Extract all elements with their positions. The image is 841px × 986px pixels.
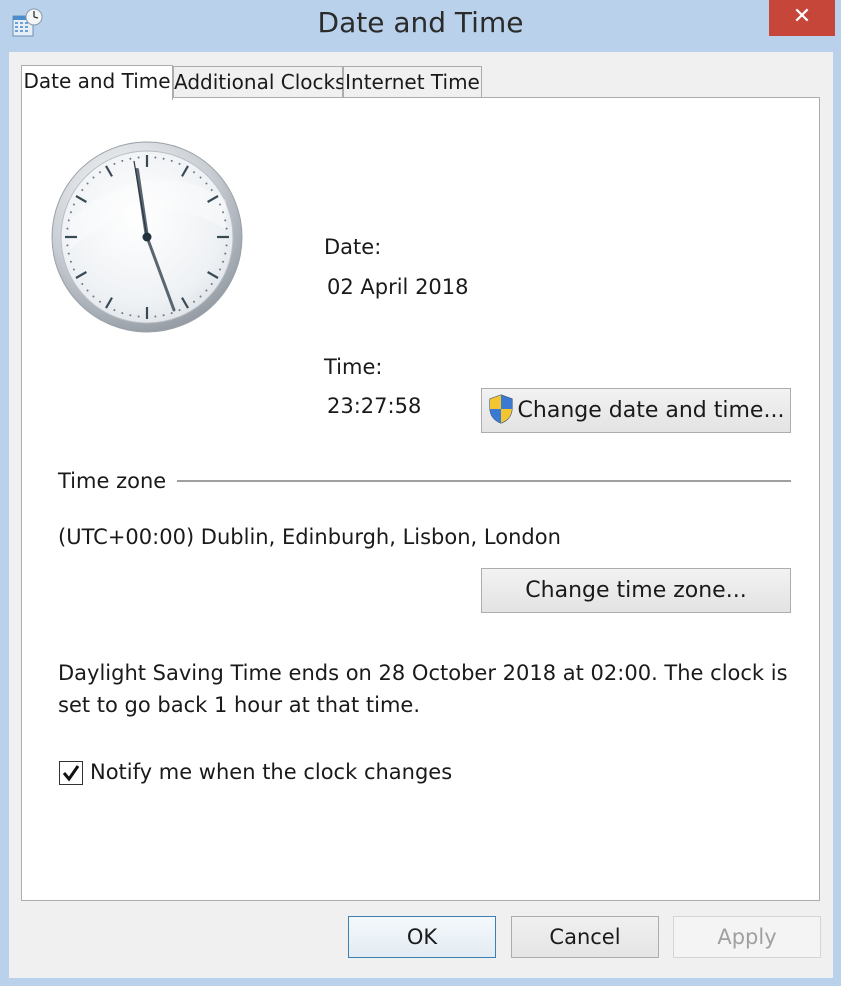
clock-minute-dot (199, 295, 202, 298)
clock-minute-dot (224, 219, 227, 222)
clock-minute-dot (92, 176, 95, 179)
clock-minute-dot (222, 211, 225, 214)
clock-minute-dot (67, 252, 70, 255)
window-title: Date and Time (317, 6, 524, 39)
clock-minute-dot (98, 171, 101, 174)
tab-panel-date-and-time: Date: 02 April 2018 Time: 23:27:58 Chang… (21, 97, 820, 901)
clock-minute-dot (222, 260, 225, 263)
clock-minute-dot (205, 289, 208, 292)
clock-minute-dot (113, 162, 116, 165)
cancel-button[interactable]: Cancel (511, 916, 659, 958)
clock-minute-dot (98, 300, 101, 303)
time-zone-heading: Time zone (58, 469, 167, 493)
tab-date-and-time[interactable]: Date and Time (21, 65, 173, 100)
change-time-zone-button[interactable]: Change time zone... (481, 568, 791, 613)
change-date-time-button[interactable]: Change date and time... (481, 388, 791, 433)
clock-minute-dot (210, 188, 213, 191)
clock-minute-dot (225, 244, 228, 247)
time-label: Time: (324, 355, 383, 379)
clock-minute-dot (129, 157, 132, 160)
time-zone-value: (UTC+00:00) Dublin, Edinburgh, Lisbon, L… (58, 525, 561, 549)
clock-minute-dot (193, 171, 196, 174)
clock-minute-dot (178, 309, 181, 312)
clock-minute-dot (66, 227, 69, 230)
dst-info-line-1: Daylight Saving Time ends on 28 October … (58, 661, 788, 685)
clock-minute-dot (170, 312, 173, 315)
tab-internet-time[interactable]: Internet Time (343, 66, 482, 98)
clock-minute-dot (210, 283, 213, 286)
clock-minute-dot (170, 159, 173, 162)
clock-minute-dot (219, 268, 222, 271)
clock-minute-dot (129, 314, 132, 317)
analog-clock (50, 140, 244, 334)
date-value: 02 April 2018 (327, 275, 469, 299)
clock-minute-dot (224, 252, 227, 255)
change-date-time-label: Change date and time... (517, 398, 785, 423)
clock-minute-dot (121, 312, 124, 315)
time-zone-divider (177, 480, 791, 482)
clock-minute-dot (162, 314, 165, 317)
dialog-body: Date and Time Additional Clocks Internet… (9, 52, 833, 978)
clock-minute-dot (92, 295, 95, 298)
date-time-window: Date and Time ✕ Date and Time Additional… (0, 0, 841, 986)
clock-minute-dot (86, 182, 89, 185)
clock-minute-dot (154, 156, 157, 159)
tab-additional-clocks[interactable]: Additional Clocks (173, 66, 346, 98)
clock-minute-dot (121, 159, 124, 162)
dst-info-line-2: set to go back 1 hour at that time. (58, 693, 420, 717)
clock-minute-dot (162, 157, 165, 160)
clock-minute-dot (225, 227, 228, 230)
notify-checkbox[interactable] (59, 761, 83, 785)
uac-shield-icon (488, 394, 514, 424)
clock-minute-dot (81, 188, 84, 191)
clock-minute-dot (69, 211, 72, 214)
clock-minute-dot (66, 244, 69, 247)
clock-minute-dot (72, 203, 75, 206)
clock-minute-dot (137, 156, 140, 159)
clock-minute-dot (67, 219, 70, 222)
clock-minute-dot (137, 315, 140, 318)
ok-button[interactable]: OK (348, 916, 496, 958)
time-value: 23:27:58 (327, 394, 422, 418)
close-icon: ✕ (792, 4, 812, 29)
clock-minute-dot (72, 268, 75, 271)
clock-minute-dot (81, 283, 84, 286)
apply-button[interactable]: Apply (673, 916, 821, 958)
clock-minute-dot (199, 176, 202, 179)
checkmark-icon (62, 765, 80, 782)
clock-minute-dot (219, 203, 222, 206)
title-bar[interactable]: Date and Time ✕ (0, 0, 841, 52)
notify-label[interactable]: Notify me when the clock changes (90, 760, 452, 784)
clock-minute-dot (193, 300, 196, 303)
clock-minute-dot (205, 182, 208, 185)
clock-minute-dot (86, 289, 89, 292)
close-button[interactable]: ✕ (769, 0, 835, 36)
clock-minute-dot (178, 162, 181, 165)
clock-minute-dot (113, 309, 116, 312)
clock-minute-dot (69, 260, 72, 263)
clock-minute-dot (154, 315, 157, 318)
date-label: Date: (324, 235, 382, 259)
